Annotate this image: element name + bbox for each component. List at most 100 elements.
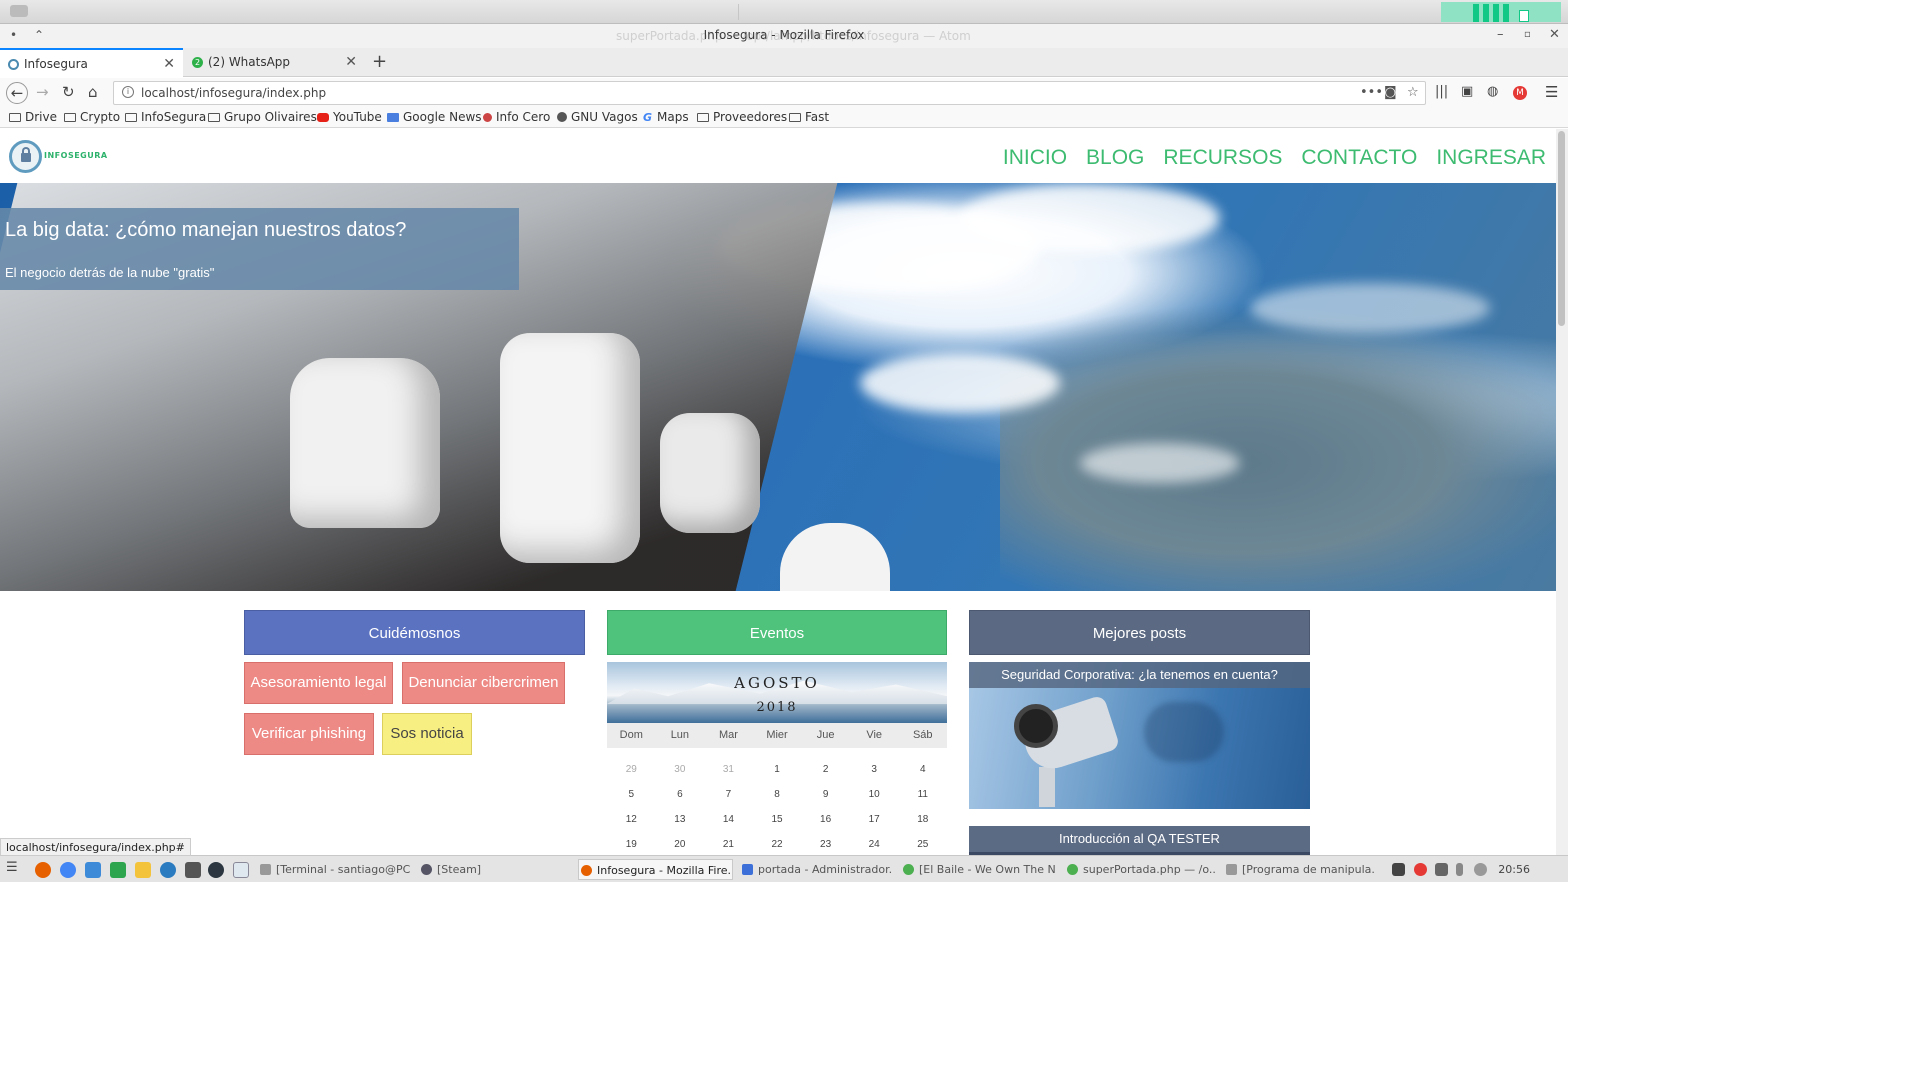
back-icon[interactable]: ← bbox=[6, 82, 28, 104]
maximize-icon[interactable]: ▫ bbox=[1524, 29, 1531, 40]
taskbar-clock[interactable]: 20:56 bbox=[1498, 863, 1530, 876]
bookmark-info-cero[interactable]: Info Cero bbox=[483, 110, 550, 124]
calendar-day[interactable]: 2 bbox=[801, 757, 850, 782]
terminal-launcher-icon[interactable] bbox=[185, 862, 201, 878]
calendar-day[interactable]: 5 bbox=[607, 782, 656, 807]
bookmark-gnu-vagos[interactable]: GNU Vagos bbox=[557, 110, 638, 124]
page-scrollbar[interactable] bbox=[1556, 129, 1568, 855]
editor-launcher-icon[interactable] bbox=[160, 862, 176, 878]
tab-whatsapp[interactable]: 2 (2) WhatsApp ✕ bbox=[184, 48, 365, 77]
site-info-icon[interactable]: i bbox=[122, 86, 134, 98]
post-title[interactable]: Introducción al QA TESTER bbox=[969, 826, 1310, 852]
hero-title[interactable]: La big data: ¿cómo manejan nuestros dato… bbox=[5, 219, 406, 242]
calendar-day[interactable]: 19 bbox=[607, 832, 656, 855]
task-admin[interactable]: portada - Administrador... bbox=[740, 859, 892, 880]
task-image-editor[interactable]: [Programa de manipula... bbox=[1224, 859, 1376, 880]
bookmark-fast[interactable]: Fast bbox=[789, 110, 829, 124]
calendar-day[interactable]: 4 bbox=[898, 757, 947, 782]
calendar-day[interactable]: 7 bbox=[704, 782, 753, 807]
calendar-day[interactable]: 8 bbox=[753, 782, 802, 807]
firefox-launcher-icon[interactable] bbox=[35, 862, 51, 878]
home-icon[interactable]: ⌂ bbox=[88, 84, 98, 100]
pocket-icon[interactable]: ◙ bbox=[1384, 85, 1397, 100]
extension-icon[interactable]: ◍ bbox=[1487, 84, 1498, 100]
page-actions-icon[interactable]: ••• bbox=[1360, 85, 1383, 100]
calendar-day[interactable]: 31 bbox=[704, 757, 753, 782]
hero-caption[interactable]: La big data: ¿cómo manejan nuestros dato… bbox=[0, 208, 519, 290]
post-card[interactable]: Seguridad Corporativa: ¿la tenemos en cu… bbox=[969, 662, 1310, 809]
hero-carousel[interactable]: La big data: ¿cómo manejan nuestros dato… bbox=[0, 183, 1556, 591]
nav-contacto[interactable]: CONTACTO bbox=[1301, 146, 1417, 170]
url-text[interactable]: localhost/infosegura/index.php bbox=[141, 86, 326, 100]
task-atom[interactable]: superPortada.php — /o... bbox=[1065, 859, 1215, 880]
address-bar[interactable]: i localhost/infosegura/index.php ••• ◙ ☆ bbox=[113, 81, 1426, 105]
calendar-day[interactable]: 17 bbox=[850, 807, 899, 832]
calendar-day[interactable]: 18 bbox=[898, 807, 947, 832]
calendar-day[interactable]: 24 bbox=[850, 832, 899, 855]
calendar-day[interactable]: 10 bbox=[850, 782, 899, 807]
report-cybercrime-button[interactable]: Denunciar cibercrimen bbox=[402, 662, 565, 704]
nav-recursos[interactable]: RECURSOS bbox=[1163, 146, 1282, 170]
volume-icon[interactable] bbox=[1392, 863, 1405, 876]
spreadsheet-launcher-icon[interactable] bbox=[110, 862, 126, 878]
new-tab-icon[interactable]: + bbox=[372, 51, 387, 72]
task-terminal[interactable]: [Terminal - santiago@PC... bbox=[258, 859, 410, 880]
calendar-day[interactable]: 14 bbox=[704, 807, 753, 832]
calendar-day[interactable]: 9 bbox=[801, 782, 850, 807]
task-steam[interactable]: [Steam] bbox=[419, 859, 569, 880]
bookmark-proveedores[interactable]: Proveedores bbox=[697, 110, 787, 124]
calendar-day[interactable]: 12 bbox=[607, 807, 656, 832]
nav-inicio[interactable]: INICIO bbox=[1003, 146, 1067, 170]
calendar-day[interactable]: 25 bbox=[898, 832, 947, 855]
calendar-day[interactable]: 20 bbox=[656, 832, 705, 855]
you-are-news-button[interactable]: Sos noticia bbox=[382, 713, 472, 755]
mega-extension-icon[interactable]: M bbox=[1513, 86, 1527, 100]
calendar-day[interactable]: 6 bbox=[656, 782, 705, 807]
app-menu-icon[interactable]: ☰ bbox=[6, 860, 22, 876]
window-menu-icon[interactable] bbox=[10, 5, 28, 17]
atom-launcher-icon[interactable] bbox=[208, 862, 224, 878]
tab-infosegura[interactable]: Infosegura ✕ bbox=[0, 48, 183, 78]
bookmark-infosegura[interactable]: InfoSegura bbox=[125, 110, 206, 124]
close-icon[interactable]: ✕ bbox=[1549, 27, 1560, 42]
files-launcher-icon[interactable] bbox=[85, 862, 101, 878]
calendar-day[interactable]: 15 bbox=[753, 807, 802, 832]
bookmark-maps[interactable]: G Maps bbox=[643, 110, 689, 124]
logo-text[interactable]: INFOSEGURA bbox=[44, 151, 108, 160]
temperature-icon[interactable] bbox=[1456, 863, 1463, 876]
notes-launcher-icon[interactable] bbox=[135, 862, 151, 878]
close-tab-icon[interactable]: ✕ bbox=[345, 54, 357, 70]
nav-blog[interactable]: BLOG bbox=[1086, 146, 1144, 170]
calendar-day[interactable]: 21 bbox=[704, 832, 753, 855]
library-icon[interactable]: ||| bbox=[1435, 84, 1448, 100]
post-title[interactable]: Seguridad Corporativa: ¿la tenemos en cu… bbox=[969, 662, 1310, 688]
post-card[interactable]: Introducción al QA TESTER bbox=[969, 826, 1310, 855]
minimize-icon[interactable]: – bbox=[1497, 27, 1504, 42]
update-icon[interactable] bbox=[1474, 863, 1487, 876]
infosegura-logo-icon[interactable] bbox=[9, 140, 42, 173]
calendar-day[interactable]: 30 bbox=[656, 757, 705, 782]
calendar-day[interactable]: 11 bbox=[898, 782, 947, 807]
calendar-day[interactable]: 3 bbox=[850, 757, 899, 782]
bookmark-youtube[interactable]: YouTube bbox=[317, 110, 382, 124]
nav-ingresar[interactable]: INGRESAR bbox=[1436, 146, 1546, 170]
hamburger-menu-icon[interactable]: ☰ bbox=[1545, 84, 1558, 100]
calendar-day[interactable]: 23 bbox=[801, 832, 850, 855]
calendar-day[interactable]: 16 bbox=[801, 807, 850, 832]
window-launcher-icon[interactable] bbox=[233, 862, 249, 878]
calendar-day[interactable]: 13 bbox=[656, 807, 705, 832]
chrome-launcher-icon[interactable] bbox=[60, 862, 76, 878]
task-music[interactable]: [El Baile - We Own The N... bbox=[901, 859, 1056, 880]
reload-icon[interactable]: ↻ bbox=[62, 84, 75, 100]
bookmark-star-icon[interactable]: ☆ bbox=[1407, 85, 1419, 100]
forward-icon[interactable]: → bbox=[36, 84, 49, 100]
bookmark-grupo-olivaires[interactable]: Grupo Olivaires bbox=[208, 110, 317, 124]
bookmark-drive[interactable]: Drive bbox=[9, 110, 57, 124]
bookmark-google-news[interactable]: Google News bbox=[387, 110, 482, 124]
mega-tray-icon[interactable] bbox=[1414, 863, 1427, 876]
close-tab-icon[interactable]: ✕ bbox=[163, 56, 175, 72]
scrollbar-thumb[interactable] bbox=[1558, 131, 1565, 326]
network-icon[interactable] bbox=[1435, 863, 1448, 876]
calendar-day[interactable]: 1 bbox=[753, 757, 802, 782]
sidebar-icon[interactable]: ▣ bbox=[1461, 84, 1473, 100]
